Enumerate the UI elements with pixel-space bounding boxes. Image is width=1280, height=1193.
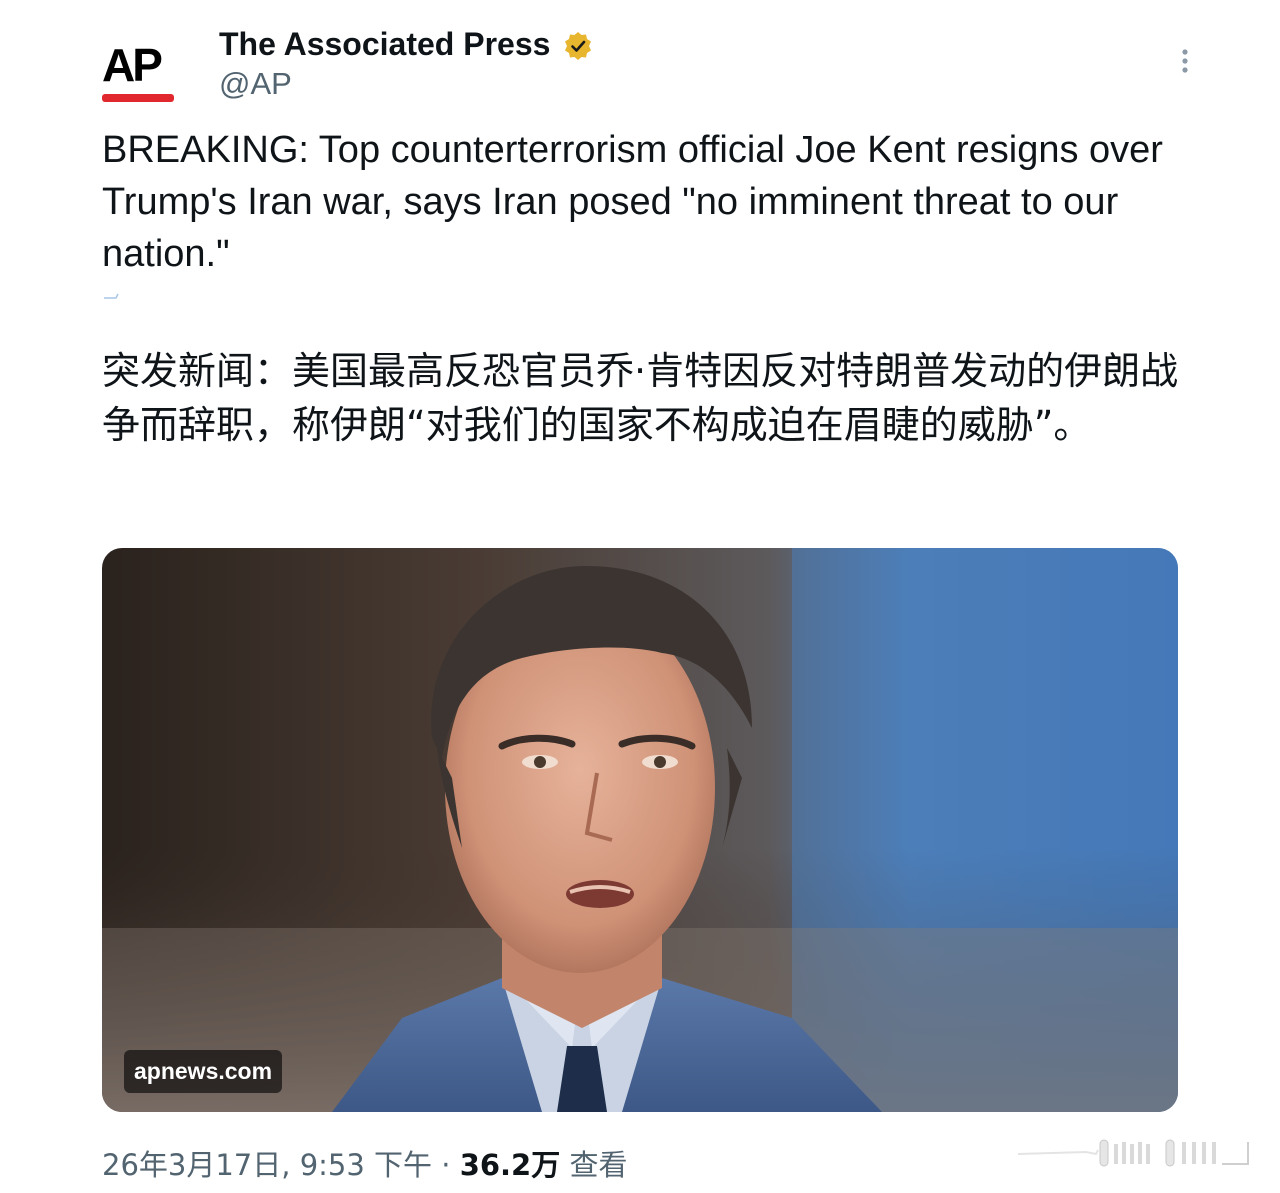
stray-mark [104, 293, 119, 299]
link-preview-card[interactable]: apnews.com [102, 548, 1178, 1112]
tweet-timestamp[interactable]: 26年3月17日, 9:53 下午 [102, 1148, 432, 1182]
tweet-text-chinese: 突发新闻：美国最高反恐官员乔·肯特因反对特朗普发动的伊朗战争而辞职，称伊朗“对我… [102, 349, 1179, 447]
tweet-text-english: BREAKING: Top counterterrorism official … [102, 129, 1163, 275]
avatar-logo-bar [102, 94, 174, 102]
author-handle[interactable]: @AP [219, 66, 292, 102]
author-name[interactable]: The Associated Press [219, 26, 550, 63]
more-vertical-icon[interactable] [1168, 44, 1202, 78]
tweet-card[interactable]: AP The Associated Press @AP BREAKING: To… [0, 0, 1280, 1193]
news-photo [102, 548, 1178, 1112]
link-domain-badge[interactable]: apnews.com [124, 1050, 283, 1093]
tweet-meta: 26年3月17日, 9:53 下午 · 36.2万 查看 [102, 1142, 627, 1184]
watermark-logo-icon [1017, 1139, 1249, 1167]
avatar-logo-text: AP [102, 39, 163, 91]
author-avatar[interactable]: AP [98, 36, 180, 108]
meta-separator: · [432, 1148, 460, 1182]
view-count: 36.2万 [459, 1148, 561, 1182]
view-label: 查看 [560, 1148, 628, 1182]
verified-badge-icon [565, 32, 591, 60]
